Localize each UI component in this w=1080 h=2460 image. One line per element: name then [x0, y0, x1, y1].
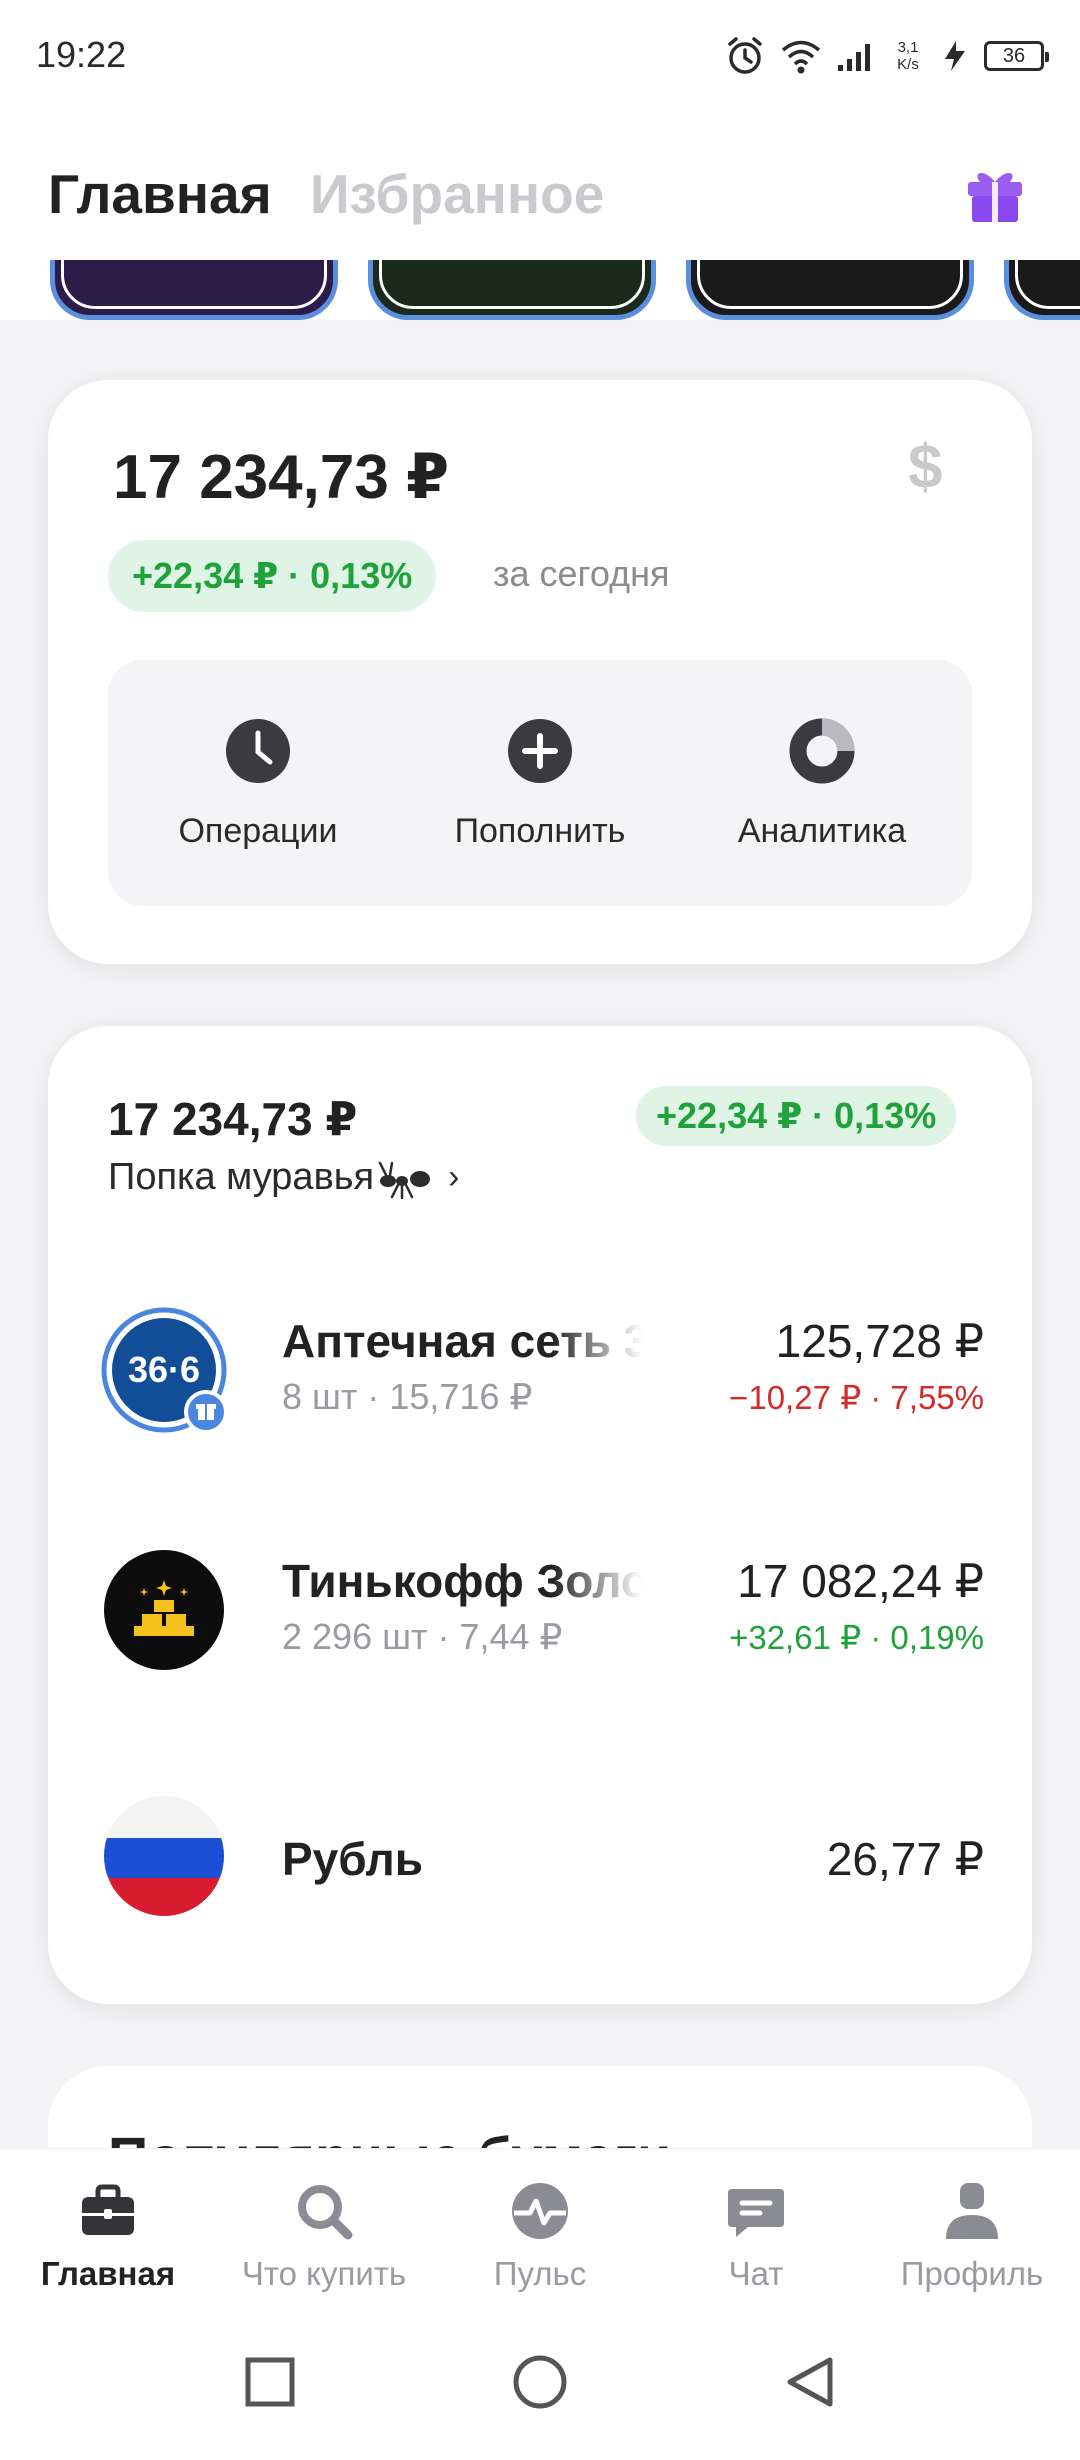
system-nav-bar	[0, 2308, 1080, 2460]
portfolio-name-link[interactable]: Попка муравья ›	[108, 1156, 459, 1199]
quick-actions: Операции Пополнить Аналитика	[108, 660, 972, 906]
nav-what-to-buy-label: Что купить	[241, 2255, 407, 2292]
donut-chart-icon	[789, 718, 855, 784]
portfolio-name: Попка муравья	[108, 1156, 375, 1198]
operations-label: Операции	[178, 812, 338, 850]
story-card[interactable]	[368, 260, 656, 320]
portfolio-card[interactable]: 17 234,73 ₽ +22,34 ₽ · 0,13% Попка мурав…	[48, 1026, 1032, 2004]
asset-row[interactable]: Рубль 26,77 ₽	[48, 1796, 1032, 1936]
pulse-icon	[512, 2183, 568, 2239]
analytics-button[interactable]: Аналитика	[702, 718, 942, 851]
top-header: Главная Избранное	[0, 110, 1080, 260]
battery-icon: 36	[984, 41, 1049, 71]
asset-value: 26,77 ₽	[826, 1833, 984, 1885]
stories-strip[interactable]	[0, 260, 1080, 320]
analytics-label: Аналитика	[737, 812, 907, 850]
nav-home[interactable]: Главная	[0, 2179, 216, 2293]
nav-profile-label: Профиль	[900, 2255, 1044, 2292]
nav-chat-label: Чат	[728, 2255, 784, 2292]
story-card[interactable]	[50, 260, 338, 320]
tab-main[interactable]: Главная	[48, 162, 272, 226]
recent-apps-icon[interactable]	[240, 2352, 300, 2412]
asset-title: Рубль	[282, 1832, 642, 1886]
nav-pulse-label: Пульс	[493, 2255, 587, 2292]
bottom-nav: Главная Что купить Пульс Чат Профиль	[0, 2148, 1080, 2308]
total-balance: 17 234,73 ₽	[113, 443, 450, 512]
nav-what-to-buy[interactable]: Что купить	[216, 2179, 432, 2293]
asset-change: +32,61 ₽ · 0,19%	[729, 1619, 984, 1656]
gift-icon[interactable]	[962, 160, 1028, 226]
daily-change-caption: за сегодня	[493, 553, 670, 594]
chat-icon	[728, 2189, 784, 2237]
briefcase-icon	[82, 2184, 134, 2235]
story-card[interactable]	[1004, 260, 1080, 320]
asset-quantity-price: 8 шт · 15,716 ₽	[282, 1376, 533, 1417]
operations-button[interactable]: Операции	[138, 718, 378, 851]
balance-card: 17 234,73 ₽ $ +22,34 ₽ · 0,13% за сегодн…	[48, 380, 1032, 964]
asset-title: Тинькофф Золото	[282, 1554, 642, 1608]
ant-icon	[378, 1161, 431, 1199]
nav-chat[interactable]: Чат	[648, 2179, 864, 2293]
top-up-button[interactable]: Пополнить	[420, 718, 660, 851]
asset-value: 125,728 ₽	[775, 1315, 984, 1367]
status-time: 19:22	[36, 34, 127, 75]
plus-circle-icon	[508, 719, 572, 783]
charging-icon	[945, 41, 965, 71]
portfolio-amount: 17 234,73 ₽	[108, 1093, 358, 1145]
asset-row[interactable]: Тинькофф Золото 2 296 шт · 7,44 ₽ 17 082…	[48, 1546, 1032, 1686]
gold-bars-icon	[104, 1550, 224, 1670]
wifi-icon	[781, 40, 821, 74]
back-triangle-icon[interactable]	[780, 2352, 840, 2412]
top-up-label: Пополнить	[454, 812, 626, 850]
tab-favorites[interactable]: Избранное	[310, 162, 604, 226]
signal-icon	[838, 44, 870, 71]
daily-change-badge: +22,34 ₽ · 0,13%	[108, 540, 437, 612]
story-card[interactable]	[686, 260, 974, 320]
clock-icon	[226, 719, 290, 783]
portfolio-change-badge: +22,34 ₽ · 0,13%	[636, 1086, 957, 1146]
profile-icon	[946, 2183, 998, 2239]
currency-switch-icon[interactable]: $	[908, 432, 942, 503]
svg-text:36·6: 36·6	[128, 1349, 200, 1390]
asset-quantity-price: 2 296 шт · 7,44 ₽	[282, 1616, 563, 1657]
alarm-icon	[728, 37, 762, 74]
pharmacy-logo-icon: 36·6	[101, 1307, 228, 1434]
home-circle-icon[interactable]	[510, 2352, 570, 2412]
asset-change: −10,27 ₽ · 7,55%	[729, 1379, 984, 1416]
nav-profile[interactable]: Профиль	[864, 2179, 1080, 2293]
asset-row[interactable]: 36·6 Аптечная сеть 36,6 8 шт · 15,716 ₽ …	[48, 1306, 1032, 1446]
nav-home-label: Главная	[40, 2255, 176, 2292]
search-icon	[298, 2185, 353, 2240]
net-speed: 3,1 K/s	[897, 39, 919, 73]
asset-value: 17 082,24 ₽	[737, 1555, 984, 1607]
nav-pulse[interactable]: Пульс	[432, 2179, 648, 2293]
russia-flag-icon	[104, 1796, 224, 1916]
chevron-right-icon: ›	[448, 1158, 460, 1196]
status-bar: 19:22 3,1 K/s 36	[0, 0, 1080, 110]
asset-title: Аптечная сеть 36,6	[282, 1314, 642, 1368]
status-icons: 3,1 K/s 36	[724, 28, 1049, 84]
